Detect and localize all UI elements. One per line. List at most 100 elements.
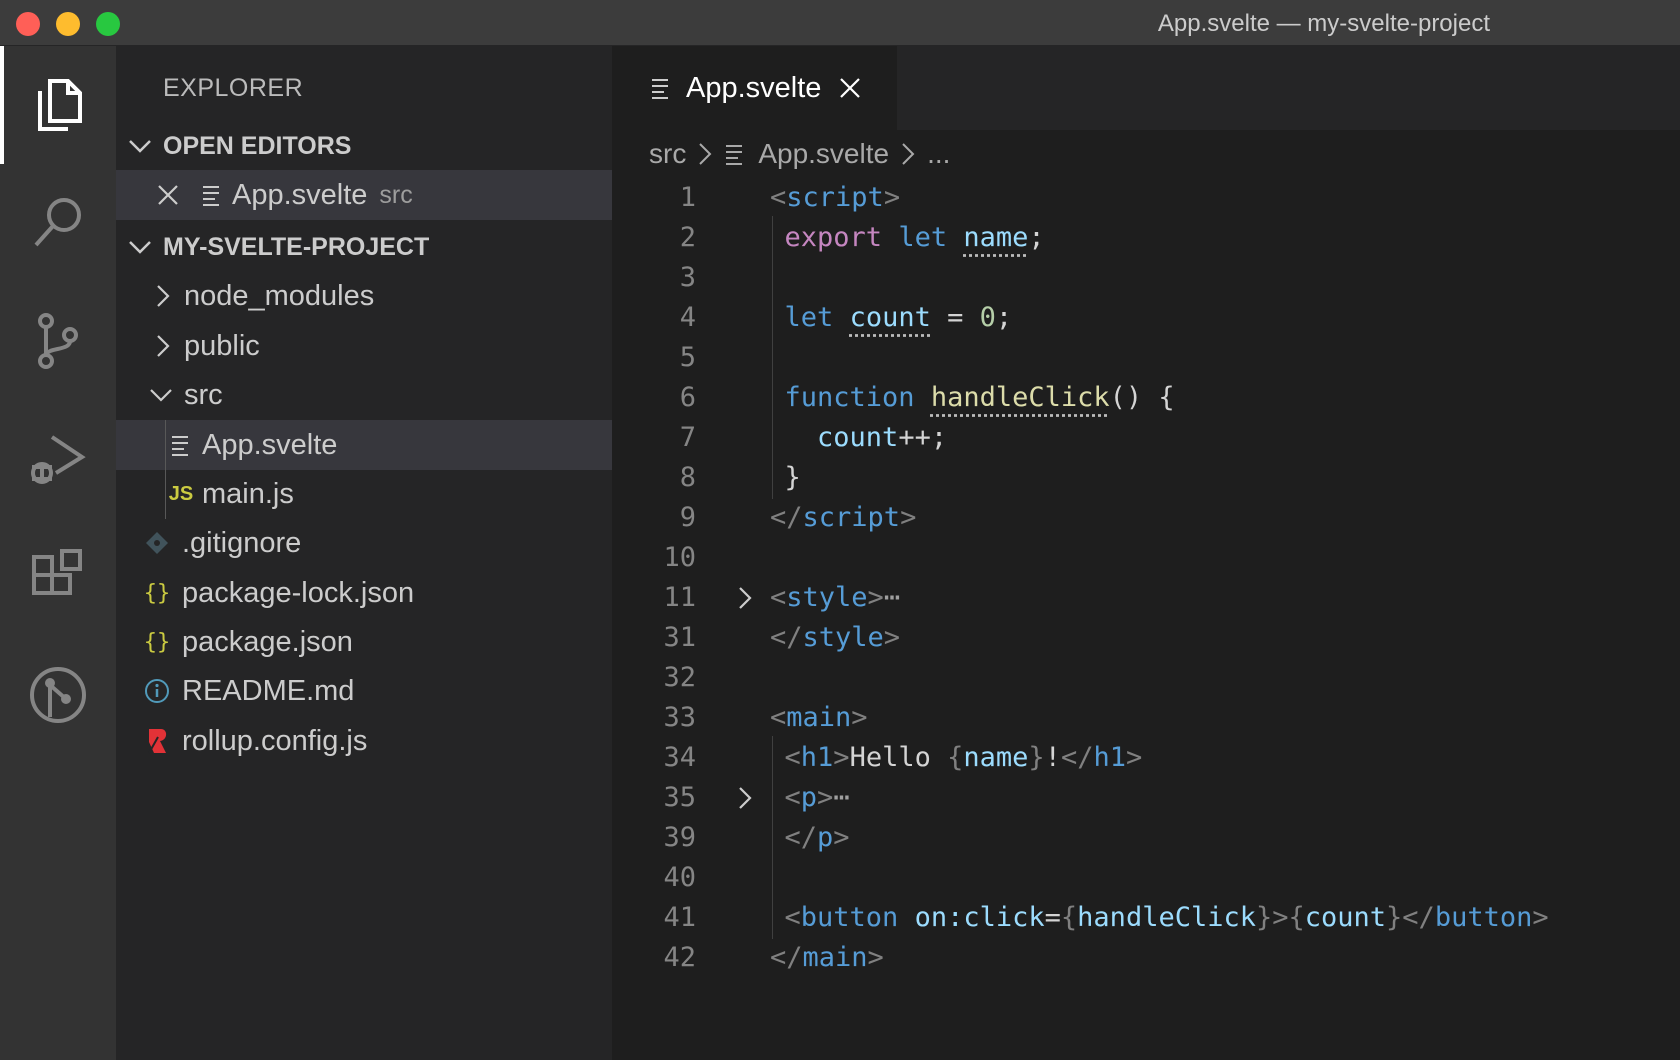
- source-control-icon[interactable]: [0, 282, 116, 400]
- indent-guide: [165, 420, 166, 470]
- open-editors-header[interactable]: OPEN EDITORS: [116, 124, 612, 168]
- code-text: <p>⋯: [784, 782, 850, 813]
- line-number: 3: [679, 262, 696, 293]
- line-number: 35: [663, 782, 696, 813]
- explorer-icon[interactable]: [0, 46, 116, 164]
- code-line: 31 </style>: [612, 616, 1680, 659]
- indent-guide: [772, 336, 773, 379]
- git-graph-icon[interactable]: [0, 636, 116, 754]
- code-line: 8 }: [612, 456, 1680, 499]
- open-editors-label: OPEN EDITORS: [163, 131, 352, 160]
- run-debug-icon[interactable]: [0, 400, 116, 518]
- tree-item-label: package-lock.json: [182, 576, 415, 609]
- project-header[interactable]: MY-SVELTE-PROJECT: [116, 225, 612, 269]
- file-lines-icon: [192, 184, 232, 206]
- tree-item-node-modules[interactable]: node_modules: [116, 271, 612, 321]
- tab-app-svelte[interactable]: App.svelte: [612, 46, 897, 130]
- indent-guide: [772, 856, 773, 899]
- open-editor-folder: src: [379, 180, 413, 209]
- code-line: 1 <script>: [612, 176, 1680, 219]
- code-text: <button on:click={handleClick}>{count}</…: [784, 902, 1549, 933]
- tree-item-label: node_modules: [184, 279, 375, 312]
- close-icon[interactable]: [144, 184, 192, 206]
- code-line: 4 let count = 0;: [612, 296, 1680, 339]
- tree-item-public[interactable]: public: [116, 321, 612, 371]
- code-line: 41 <button on:click={handleClick}>{count…: [612, 896, 1680, 939]
- code-line: 39 </p>: [612, 816, 1680, 859]
- code-line: 33 <main>: [612, 696, 1680, 739]
- breadcrumb: src App.svelte ...: [649, 132, 950, 176]
- close-icon[interactable]: [839, 77, 861, 99]
- line-number: 32: [663, 662, 696, 693]
- tree-item-gitignore[interactable]: .gitignore: [116, 518, 612, 568]
- file-lines-icon: [650, 77, 672, 99]
- file-lines-icon: [724, 143, 746, 165]
- json-file-icon: {}: [143, 629, 171, 655]
- line-number: 8: [679, 462, 696, 493]
- code-line: 3: [612, 256, 1680, 299]
- open-editor-item[interactable]: App.svelte src: [116, 170, 612, 220]
- tree-item-readme[interactable]: README.md: [116, 666, 612, 716]
- code-line: 34 <h1>Hello {name}!</h1>: [612, 736, 1680, 779]
- tree-item-rollup-config[interactable]: rollup.config.js: [116, 716, 612, 766]
- chevron-right-icon[interactable]: [730, 586, 760, 610]
- tree-item-label: package.json: [182, 625, 353, 658]
- code-text: </main>: [770, 942, 884, 973]
- rollup-icon: [142, 728, 172, 754]
- code-text: <script>: [770, 182, 901, 213]
- tab-label: App.svelte: [686, 71, 822, 104]
- tree-item-label: main.js: [202, 477, 294, 510]
- code-line: 6 function handleClick() {: [612, 376, 1680, 419]
- extensions-icon[interactable]: [0, 518, 116, 636]
- window-maximize-button[interactable]: [96, 12, 120, 36]
- tree-item-package-json[interactable]: {} package.json: [116, 617, 612, 667]
- breadcrumb-more[interactable]: ...: [927, 138, 950, 170]
- line-number: 1: [679, 182, 696, 213]
- breadcrumb-file[interactable]: App.svelte: [758, 138, 889, 170]
- tab-bar: App.svelte: [612, 46, 1680, 130]
- tree-item-main-js[interactable]: JS main.js: [116, 469, 612, 519]
- tree-item-label: README.md: [182, 674, 355, 707]
- code-line: 5: [612, 336, 1680, 379]
- tree-item-src[interactable]: src: [116, 370, 612, 420]
- code-line: 10: [612, 536, 1680, 579]
- open-editor-name: App.svelte: [232, 178, 368, 211]
- breadcrumb-folder[interactable]: src: [649, 138, 686, 170]
- tree-item-label: .gitignore: [182, 526, 302, 559]
- chevron-down-icon: [116, 239, 163, 255]
- code-line: 32: [612, 656, 1680, 699]
- chevron-right-icon: [148, 334, 178, 358]
- line-number: 7: [679, 422, 696, 453]
- search-icon[interactable]: [0, 164, 116, 282]
- code-text: let count = 0;: [784, 302, 1013, 333]
- chevron-right-icon: [698, 142, 712, 166]
- code-line: 42 </main>: [612, 936, 1680, 979]
- sidebar-title: EXPLORER: [163, 74, 304, 102]
- line-number: 42: [663, 942, 696, 973]
- line-number: 2: [679, 222, 696, 253]
- code-text: </style>: [770, 622, 901, 653]
- line-number: 31: [663, 622, 696, 653]
- line-number: 40: [663, 862, 696, 893]
- code-text: <main>: [770, 702, 868, 733]
- indent-guide: [165, 469, 166, 519]
- code-text: count++;: [817, 422, 948, 453]
- code-text: </p>: [784, 822, 850, 853]
- git-file-icon: [142, 531, 172, 555]
- window-minimize-button[interactable]: [56, 12, 80, 36]
- info-icon: [142, 678, 172, 704]
- tree-item-package-lock-json[interactable]: {} package-lock.json: [116, 568, 612, 618]
- code-line: 2 export let name;: [612, 216, 1680, 259]
- line-number: 41: [663, 902, 696, 933]
- window-close-button[interactable]: [16, 12, 40, 36]
- line-number: 6: [679, 382, 696, 413]
- line-number: 33: [663, 702, 696, 733]
- project-label: MY-SVELTE-PROJECT: [163, 232, 430, 261]
- file-lines-icon: [166, 434, 196, 456]
- line-number: 11: [663, 582, 696, 613]
- tree-item-label: src: [184, 378, 223, 411]
- code-line-folded: 11 <style>⋯: [612, 576, 1680, 619]
- tree-item-app-svelte[interactable]: App.svelte: [116, 420, 612, 470]
- explorer-sidebar: EXPLORER OPEN EDITORS App.svelte src MY-…: [116, 46, 612, 1060]
- line-number: 34: [663, 742, 696, 773]
